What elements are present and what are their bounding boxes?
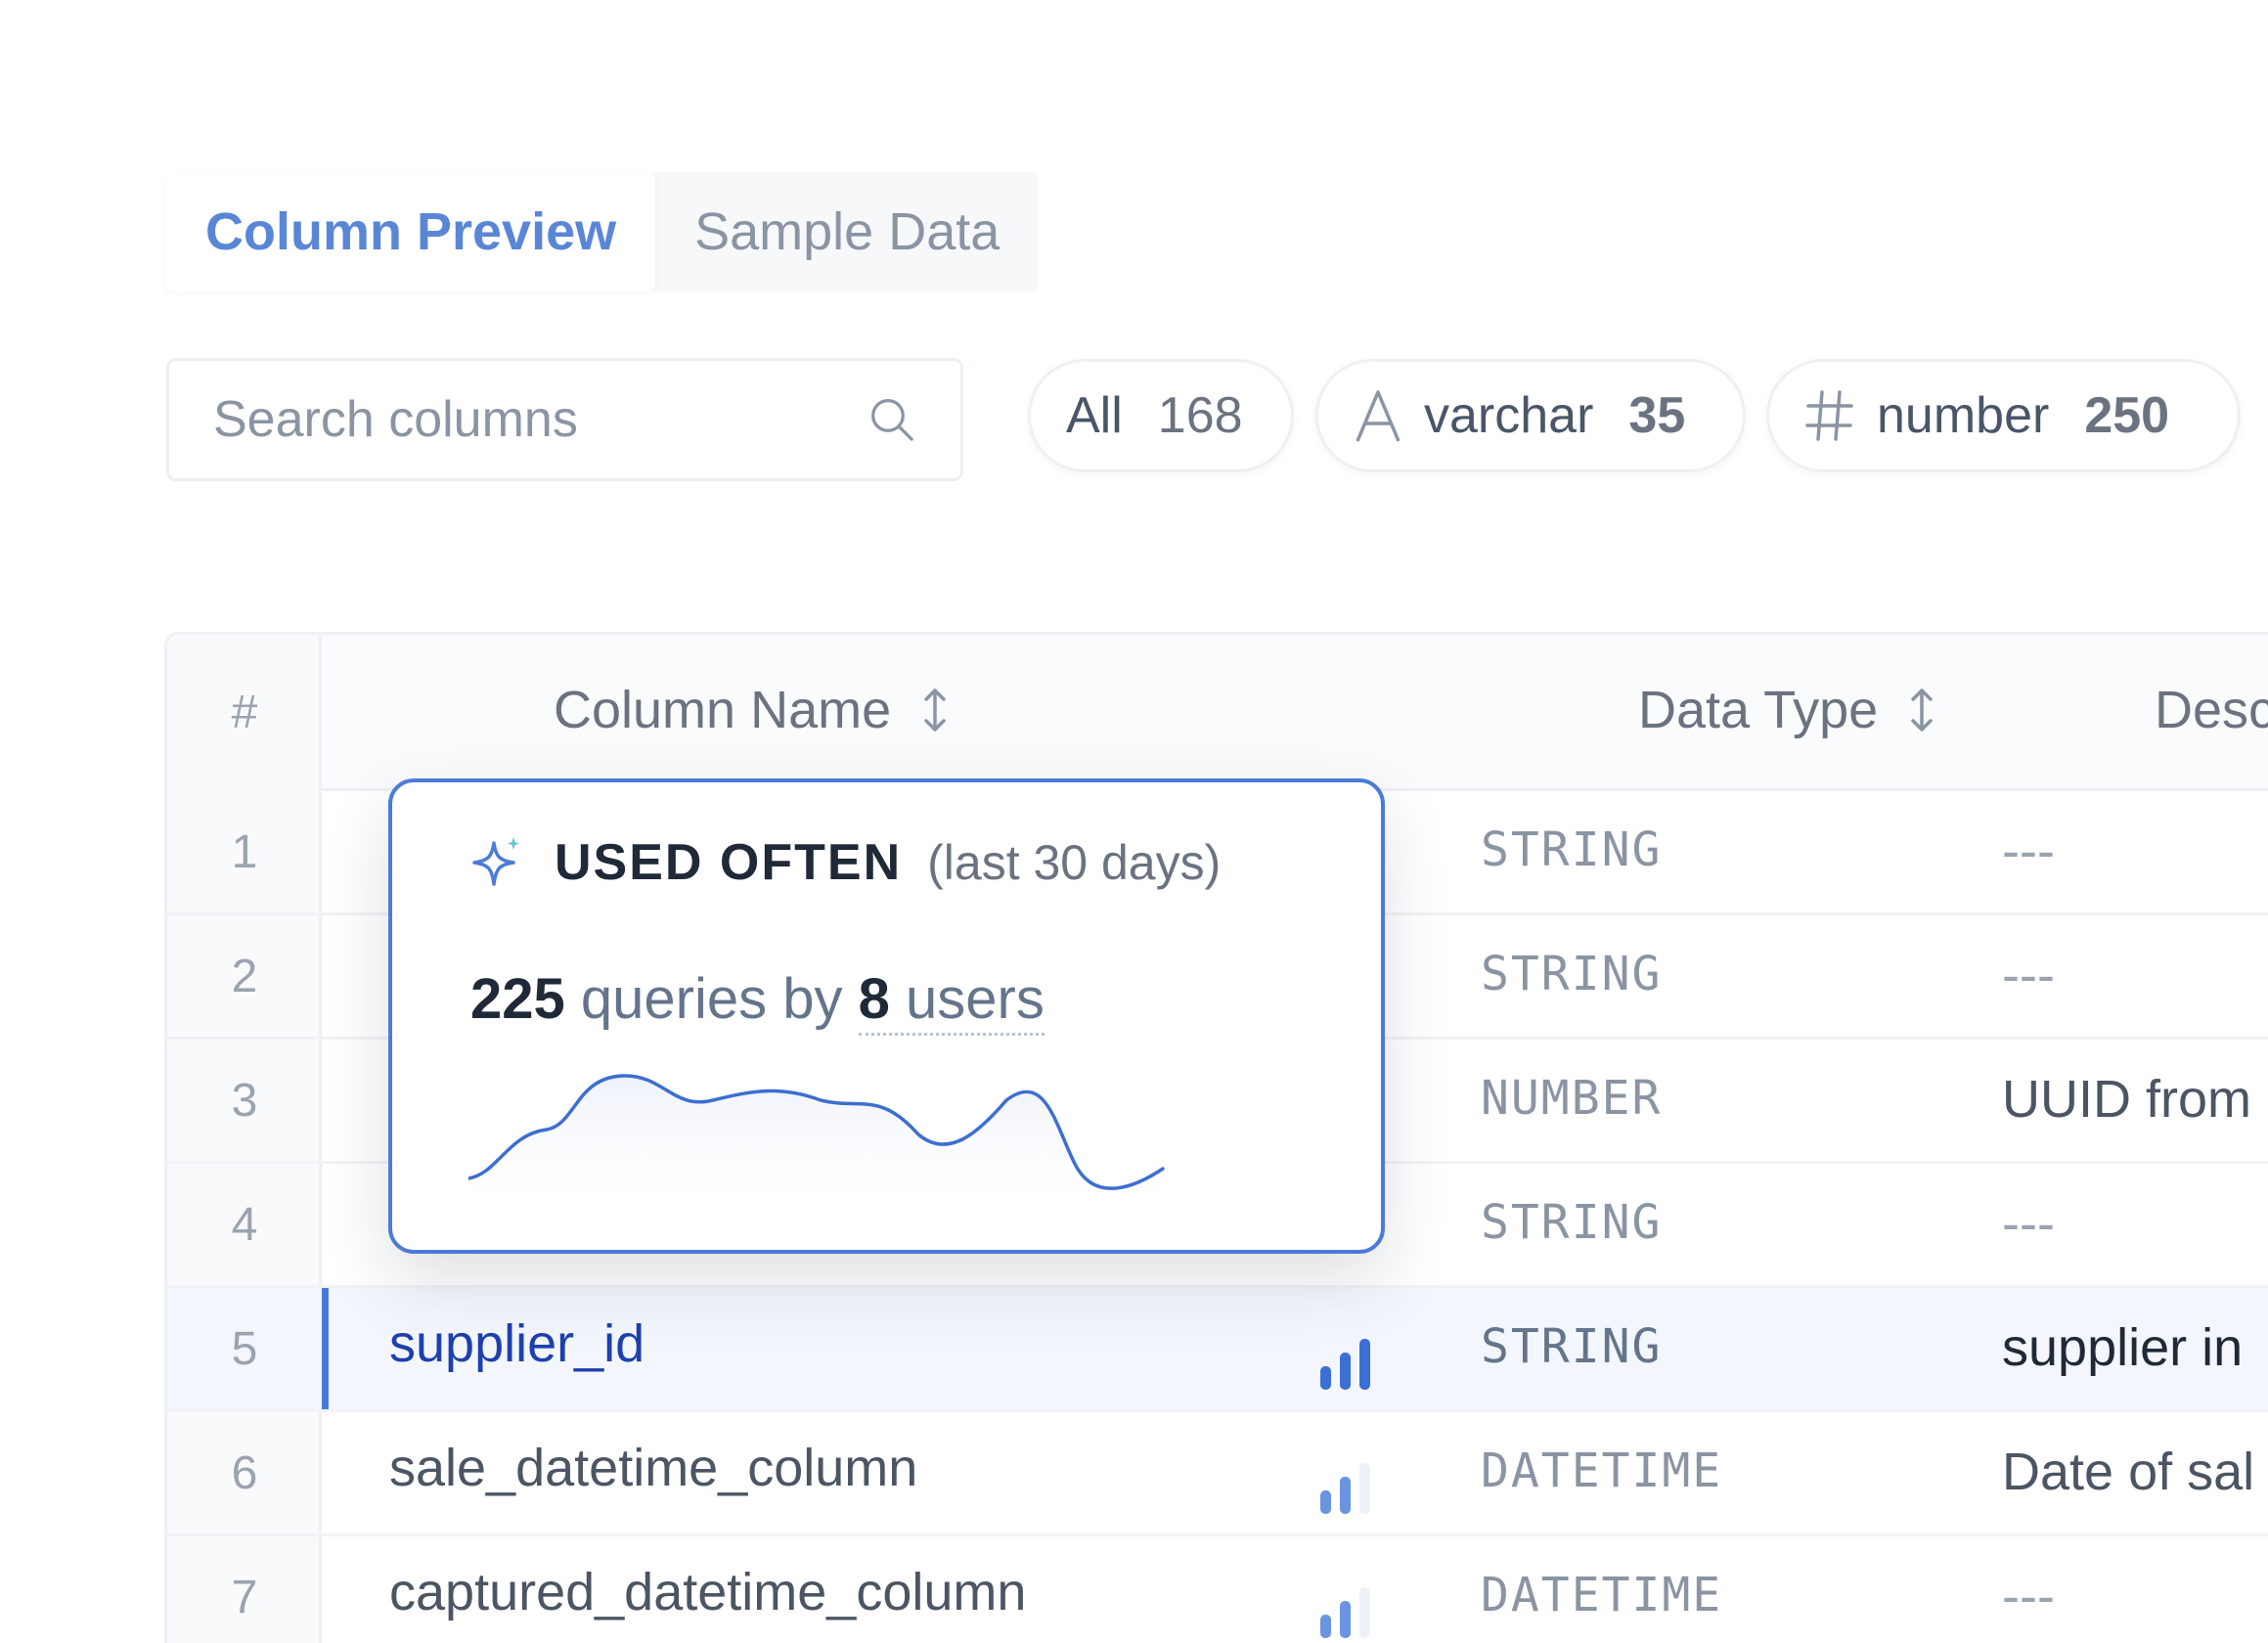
popover-header: USED OFTEN (last 30 days): [468, 833, 1221, 892]
data-type: DATETIME: [1481, 1568, 1723, 1622]
popover-title: USED OFTEN: [555, 834, 903, 891]
row-number: 3: [231, 1074, 258, 1127]
search-input[interactable]: [213, 390, 867, 449]
hash-icon: [1804, 388, 1855, 443]
header-data-type-label: Data Type: [1638, 681, 1879, 739]
header-column-name-label: Column Name: [554, 681, 892, 739]
usage-bars-icon[interactable]: [1316, 1585, 1375, 1638]
queries-label: queries by: [580, 967, 843, 1031]
filter-number-label: number: [1877, 387, 2050, 444]
header-column-name[interactable]: Column Name: [554, 680, 950, 740]
header-data-type[interactable]: Data Type: [1638, 680, 1936, 740]
row-number: 7: [231, 1571, 258, 1623]
description: ---: [2002, 1194, 2055, 1253]
text-type-icon: [1354, 388, 1402, 443]
column-name: captured_datetime_column: [389, 1563, 1027, 1621]
usage-sparkline: [468, 1074, 1165, 1222]
description: supplier in: [2002, 1318, 2244, 1377]
description: ---: [2002, 822, 2055, 880]
row-number: 5: [231, 1322, 258, 1375]
table-row[interactable]: 6 sale_datetime_column DATETIME Date of …: [167, 1412, 2268, 1536]
data-type: STRING: [1481, 1195, 1663, 1250]
selection-indicator: [322, 1288, 329, 1409]
header-description-label: Description: [2155, 681, 2268, 739]
table-header: Column Name Data Type Description: [322, 635, 2268, 791]
user-count[interactable]: 8: [859, 967, 890, 1031]
search-icon[interactable]: [867, 389, 916, 450]
tab-bar: Column Preview Sample Data: [166, 172, 1040, 291]
filter-all[interactable]: All 168: [1028, 359, 1294, 472]
header-number: #: [231, 687, 258, 738]
filter-number[interactable]: number 250: [1766, 359, 2241, 472]
sort-icon[interactable]: [920, 685, 950, 735]
filter-varchar[interactable]: varchar 35: [1315, 359, 1746, 472]
data-type: STRING: [1481, 822, 1663, 877]
popover-stats: 225 queries by 8 users: [470, 966, 1045, 1036]
popover-period: (last 30 days): [927, 835, 1222, 890]
description: ---: [2002, 1567, 2055, 1625]
filter-varchar-label: varchar: [1424, 387, 1594, 444]
data-type: STRING: [1481, 947, 1663, 1001]
header-description: Description: [2155, 680, 2268, 740]
filter-number-count: 250: [2084, 387, 2170, 444]
row-number: 6: [231, 1446, 258, 1499]
tab-column-preview[interactable]: Column Preview: [166, 172, 656, 291]
tab-sample-data[interactable]: Sample Data: [655, 172, 1039, 291]
usage-popover: USED OFTEN (last 30 days) 225 queries by…: [388, 778, 1385, 1254]
column-name: supplier_id: [389, 1314, 645, 1373]
users-label: users: [906, 967, 1045, 1031]
usage-bars-icon[interactable]: [1316, 1337, 1375, 1390]
description: UUID from: [2002, 1070, 2251, 1129]
filter-all-label: All: [1066, 387, 1123, 444]
table-row[interactable]: 7 captured_datetime_column DATETIME ---: [167, 1536, 2268, 1643]
usage-bars-icon[interactable]: [1316, 1461, 1375, 1514]
sort-icon[interactable]: [1907, 685, 1936, 735]
row-number: 2: [231, 950, 258, 1002]
query-count: 225: [470, 967, 565, 1031]
description: Date of sal: [2002, 1443, 2255, 1501]
data-type: NUMBER: [1481, 1071, 1663, 1126]
row-number: 1: [231, 825, 258, 878]
row-number: 4: [231, 1198, 258, 1251]
filter-varchar-count: 35: [1628, 387, 1686, 444]
search-box: [166, 358, 963, 481]
data-type: DATETIME: [1481, 1443, 1723, 1498]
column-name: sale_datetime_column: [389, 1439, 918, 1497]
description: ---: [2002, 946, 2055, 1004]
data-type: STRING: [1481, 1319, 1663, 1374]
filter-all-count: 168: [1157, 387, 1243, 444]
table-row-selected[interactable]: 5 supplier_id STRING supplier in: [167, 1288, 2268, 1412]
sparkle-icon: [472, 837, 519, 886]
